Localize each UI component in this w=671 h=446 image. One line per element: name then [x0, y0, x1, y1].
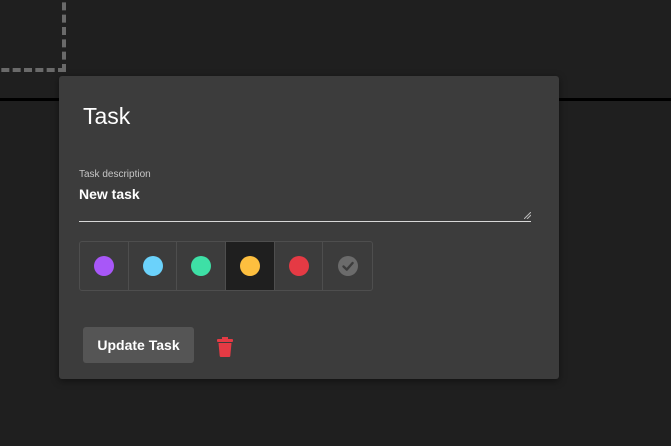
description-textarea[interactable]: New task	[79, 186, 531, 222]
update-task-button[interactable]: Update Task	[83, 327, 194, 363]
swatch-purple[interactable]	[80, 242, 129, 290]
check-icon	[337, 256, 358, 276]
swatch-red[interactable]	[275, 242, 324, 290]
swatch-light-blue[interactable]	[129, 242, 178, 290]
yellow-color-dot	[239, 256, 260, 276]
modal-title: Task	[83, 103, 131, 129]
resize-handle-icon[interactable]	[524, 212, 531, 219]
red-color-dot	[288, 256, 309, 276]
swatch-default[interactable]	[323, 242, 372, 290]
trash-icon[interactable]	[217, 337, 233, 357]
color-picker	[79, 241, 373, 291]
swatch-teal[interactable]	[177, 242, 227, 290]
description-text: New task	[79, 186, 140, 202]
teal-color-dot	[191, 256, 212, 276]
description-label: Task description	[79, 169, 151, 180]
purple-color-dot	[93, 256, 114, 276]
swatch-yellow[interactable]	[226, 242, 275, 290]
task-modal: Task Task description New task Update Ta…	[59, 76, 559, 379]
light-blue-color-dot	[142, 256, 163, 276]
dashed-cell-outline	[0, 0, 66, 72]
